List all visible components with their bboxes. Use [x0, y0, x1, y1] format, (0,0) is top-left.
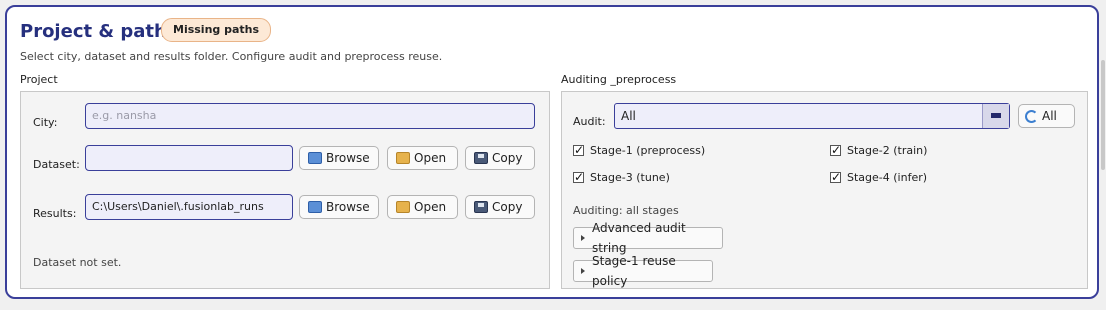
results-open-button[interactable]: Open: [387, 195, 458, 219]
stage1-checkbox[interactable]: ✓ Stage-1 (preprocess): [573, 144, 705, 157]
folder-open-icon: [396, 152, 410, 164]
save-icon: [474, 201, 488, 213]
project-group-label: Project: [20, 73, 58, 86]
results-label: Results:: [33, 207, 77, 220]
status-badge: Missing paths: [161, 18, 272, 42]
check-icon: ✓: [830, 170, 842, 184]
results-input[interactable]: C:\Users\Daniel\.fusionlab_runs: [85, 194, 293, 220]
save-icon: [474, 152, 488, 164]
city-label: City:: [33, 116, 58, 129]
stage3-label: Stage-3 (tune): [590, 171, 670, 184]
stage3-checkbox[interactable]: ✓ Stage-3 (tune): [573, 171, 670, 184]
refresh-icon: [1025, 109, 1038, 123]
project-group: City: e.g. nansha Dataset: Browse Open C…: [20, 91, 550, 289]
audit-group-label: Auditing _preprocess: [561, 73, 677, 86]
folder-open-icon: [396, 201, 410, 213]
results-browse-button[interactable]: Browse: [299, 195, 379, 219]
stage2-checkbox[interactable]: ✓ Stage-2 (train): [830, 144, 927, 157]
dataset-label: Dataset:: [33, 158, 80, 171]
browse-label: Browse: [326, 151, 370, 165]
city-input[interactable]: e.g. nansha: [85, 103, 535, 129]
expand-arrow-icon: [581, 235, 585, 241]
refresh-all-button[interactable]: All: [1018, 104, 1075, 128]
audit-group: Audit: All All ✓ Stage-1 (preprocess) ✓ …: [561, 91, 1088, 289]
dataset-browse-button[interactable]: Browse: [299, 146, 379, 170]
copy-label: Copy: [492, 200, 523, 214]
reuse-policy-toggle[interactable]: Stage-1 reuse policy: [573, 254, 713, 288]
check-icon: ✓: [830, 143, 842, 157]
browse-label: Browse: [326, 200, 370, 214]
dataset-copy-button[interactable]: Copy: [465, 146, 535, 170]
stage2-label: Stage-2 (train): [847, 144, 928, 157]
auditing-status: Auditing: all stages: [573, 204, 679, 217]
project-paths-card: Project & paths Missing paths Select cit…: [5, 5, 1099, 299]
open-label: Open: [414, 151, 447, 165]
stage4-label: Stage-4 (infer): [847, 171, 928, 184]
dropdown-icon: [982, 104, 1009, 128]
expand-arrow-icon: [581, 268, 585, 274]
refresh-all-label: All: [1042, 109, 1057, 123]
audit-label: Audit:: [573, 115, 606, 128]
audit-select[interactable]: All: [614, 103, 1010, 129]
dataset-open-button[interactable]: Open: [387, 146, 458, 170]
stage1-label: Stage-1 (preprocess): [590, 144, 706, 157]
copy-label: Copy: [492, 151, 523, 165]
folder-icon: [308, 201, 322, 213]
card-subtitle: Select city, dataset and results folder.…: [20, 50, 443, 63]
check-icon: ✓: [573, 143, 585, 157]
page-title: Project & paths: [20, 21, 178, 42]
audit-select-value: All: [621, 109, 636, 123]
dataset-status: Dataset not set.: [33, 256, 122, 269]
open-label: Open: [414, 200, 447, 214]
advanced-audit-toggle[interactable]: Advanced audit string: [573, 221, 723, 255]
stage4-checkbox[interactable]: ✓ Stage-4 (infer): [830, 171, 927, 184]
scrollbar[interactable]: [1101, 60, 1105, 170]
dataset-input[interactable]: [85, 145, 293, 171]
folder-icon: [308, 152, 322, 164]
results-copy-button[interactable]: Copy: [465, 195, 535, 219]
check-icon: ✓: [573, 170, 585, 184]
reuse-policy-label: Stage-1 reuse policy: [592, 254, 676, 288]
